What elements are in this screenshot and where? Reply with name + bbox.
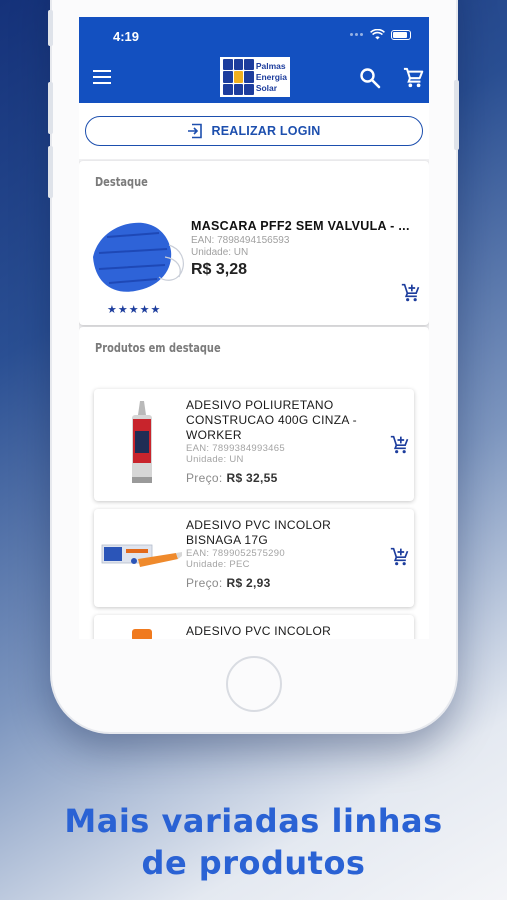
app-bar: 4:19 Palmas Energia Solar — [79, 17, 429, 103]
phone-home-button — [226, 656, 282, 712]
product-card[interactable]: ADESIVO PVC INCOLOR FRASCO 175G - TIGRE — [94, 615, 414, 639]
price-label: Preço: — [186, 576, 223, 590]
mask-product-image — [93, 222, 184, 292]
phone-power-button — [454, 80, 459, 150]
headline-line-1: Mais variadas linhas — [64, 802, 443, 840]
featured-product-name[interactable]: MASCARA PFF2 SEM VALVULA - ... — [191, 219, 410, 233]
login-label: REALIZAR LOGIN — [211, 124, 321, 138]
featured-product-unit: Unidade: UN — [191, 247, 249, 258]
pvc-adhesive-bottle-image — [132, 629, 152, 639]
add-to-cart-icon[interactable] — [401, 283, 421, 303]
featured-product-ean: EAN: 7898494156593 — [191, 235, 290, 246]
status-icons — [350, 29, 411, 40]
product-card[interactable]: ADESIVO PVC INCOLOR BISNAGA 17G EAN: 789… — [94, 509, 414, 607]
product-unit: Unidade: UN — [186, 454, 244, 465]
logo-mark-icon — [223, 59, 254, 95]
featured-products-section: Produtos em destaque ADESIVO POLIURETANO… — [79, 327, 429, 639]
product-name[interactable]: ADESIVO PVC INCOLOR FRASCO 175G - TIGRE — [186, 624, 386, 639]
product-info: ADESIVO PVC INCOLOR BISNAGA 17G EAN: 789… — [186, 518, 386, 591]
login-section: REALIZAR LOGIN — [79, 103, 429, 159]
product-info: ADESIVO POLIURETANO CONSTRUCAO 400G CINZ… — [186, 398, 386, 486]
logo-text: Palmas Energia Solar — [255, 60, 287, 93]
search-icon[interactable] — [359, 67, 381, 89]
rating-stars: ★★★★★ — [107, 304, 162, 316]
product-name[interactable]: ADESIVO POLIURETANO CONSTRUCAO 400G CINZ… — [186, 398, 386, 443]
promo-headline: Mais variadas linhas de produtos — [0, 800, 507, 884]
login-button[interactable]: REALIZAR LOGIN — [85, 116, 423, 146]
product-ean: EAN: 7899052575290 — [186, 548, 285, 559]
product-price-row: Preço: R$ 2,93 — [186, 576, 386, 591]
pvc-adhesive-tube-image — [101, 544, 182, 567]
phone-side-button — [48, 10, 53, 46]
product-unit: Unidade: PEC — [186, 559, 250, 570]
add-to-cart-icon[interactable] — [390, 435, 410, 455]
menu-icon[interactable] — [93, 70, 111, 84]
battery-icon — [391, 29, 411, 40]
product-price: R$ 2,93 — [226, 576, 271, 590]
product-name[interactable]: ADESIVO PVC INCOLOR BISNAGA 17G — [186, 518, 386, 548]
product-info: ADESIVO PVC INCOLOR FRASCO 175G - TIGRE — [186, 624, 386, 639]
adhesive-tube-image — [132, 401, 152, 483]
cart-icon[interactable] — [403, 67, 425, 89]
brand-logo: Palmas Energia Solar — [220, 57, 290, 97]
wifi-icon — [370, 29, 385, 40]
status-time: 4:19 — [113, 29, 140, 44]
login-icon — [188, 123, 203, 139]
phone-volume-up — [48, 82, 53, 134]
add-to-cart-icon[interactable] — [390, 547, 410, 567]
headline-line-2: de produtos — [141, 844, 366, 882]
product-card[interactable]: ADESIVO POLIURETANO CONSTRUCAO 400G CINZ… — [94, 389, 414, 501]
product-price-row: Preço: R$ 32,55 — [186, 471, 386, 486]
product-ean: EAN: 7899384993465 — [186, 443, 285, 454]
products-section-title: Produtos em destaque — [95, 341, 221, 355]
featured-section-title: Destaque — [95, 175, 148, 189]
phone-volume-down — [48, 146, 53, 198]
signal-icon — [350, 33, 364, 36]
featured-product-card[interactable]: Destaque ★★★★★ MASCARA PFF2 SEM VALVULA … — [79, 161, 429, 325]
featured-product-price: R$ 3,28 — [191, 261, 248, 278]
app-screen: 4:19 Palmas Energia Solar REALIZAR LOGIN… — [79, 17, 429, 639]
product-price: R$ 32,55 — [226, 471, 278, 485]
price-label: Preço: — [186, 471, 223, 485]
